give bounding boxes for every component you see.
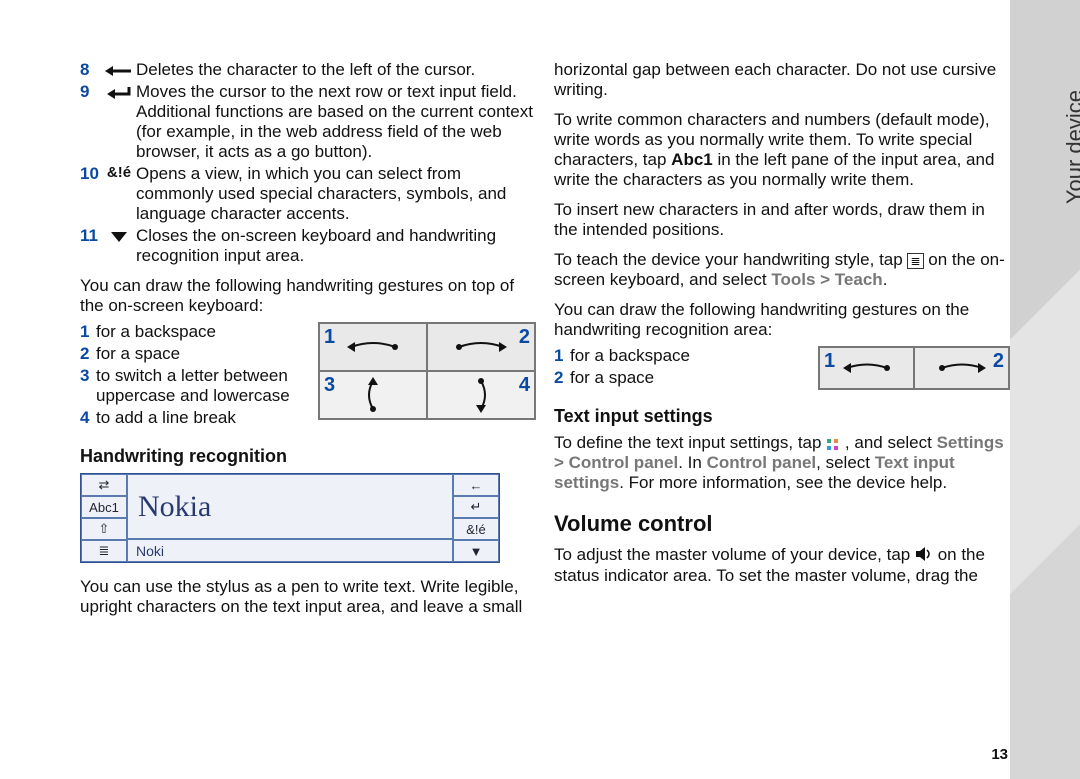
body-text: To define the text input settings, tap ,… — [554, 433, 1010, 493]
hw-enter-button[interactable]: ↵ — [453, 496, 499, 518]
hw-write-area[interactable]: Nokia — [127, 474, 453, 539]
speaker-icon — [915, 546, 933, 566]
gesture-space-icon — [934, 357, 990, 379]
abc1-label: Abc1 — [671, 150, 713, 169]
item-text: Deletes the character to the left of the… — [136, 60, 536, 80]
list-item: 1for a backspace — [80, 322, 290, 342]
list-item: 10 &!é Opens a view, in which you can se… — [80, 164, 536, 224]
gesture-intro: You can draw the following handwriting g… — [80, 276, 536, 316]
hw-left-pane: ⇄ Abc1 ⇧ ≣ — [81, 474, 127, 562]
handwriting-heading: Handwriting recognition — [80, 446, 536, 467]
gesture-case-icon — [353, 375, 393, 415]
gesture-figure: 1 2 3 4 — [318, 322, 536, 420]
list-item: 9 Moves the cursor to the next row or te… — [80, 82, 536, 162]
hw-special-button[interactable]: &!é — [453, 518, 499, 540]
handwriting-paragraph: You can use the stylus as a pen to write… — [80, 577, 536, 617]
hw-candidate-bar[interactable]: Noki — [127, 539, 453, 562]
body-text: To adjust the master volume of your devi… — [554, 545, 1010, 586]
special-chars-icon: &!é — [102, 164, 136, 181]
right-column: horizontal gap between each character. D… — [554, 60, 1010, 617]
list-item: 1for a backspace — [554, 346, 754, 366]
body-text: To teach the device your handwriting sty… — [554, 250, 1010, 290]
item-number: 11 — [80, 226, 102, 246]
list-item: 11 Closes the on-screen keyboard and han… — [80, 226, 536, 266]
hw-abc-button[interactable]: Abc1 — [81, 496, 127, 518]
hw-close-button[interactable]: ▼ — [453, 540, 499, 562]
gesture-linebreak-icon — [461, 375, 501, 415]
list-item: 2for a space — [80, 344, 290, 364]
list-item: 8 Deletes the character to the left of t… — [80, 60, 536, 80]
close-keyboard-icon — [102, 226, 136, 246]
gesture-backspace-icon — [839, 357, 895, 379]
page-content: 8 Deletes the character to the left of t… — [0, 0, 1080, 779]
menu-path: Control panel — [707, 453, 817, 472]
apps-grid-icon — [826, 437, 840, 451]
body-text: To write common characters and numbers (… — [554, 110, 1010, 190]
item-text: Moves the cursor to the next row or text… — [136, 82, 536, 162]
list-item: 2for a space — [554, 368, 754, 388]
item-number: 8 — [80, 60, 102, 80]
hw-back-button[interactable]: ← — [453, 474, 499, 496]
hw-mode-button[interactable]: ⇄ — [81, 474, 127, 496]
text-input-settings-heading: Text input settings — [554, 406, 1010, 427]
item-text: Opens a view, in which you can select fr… — [136, 164, 536, 224]
body-text: To insert new characters in and after wo… — [554, 200, 1010, 240]
item-text: Closes the on-screen keyboard and handwr… — [136, 226, 536, 266]
volume-control-heading: Volume control — [554, 511, 1010, 537]
body-text: horizontal gap between each character. D… — [554, 60, 1010, 100]
list-item: 4to add a line break — [80, 408, 290, 428]
backspace-arrow-icon — [102, 60, 136, 80]
hw-shift-button[interactable]: ⇧ — [81, 518, 127, 540]
enter-arrow-icon — [102, 82, 136, 102]
hw-menu-button[interactable]: ≣ — [81, 540, 127, 562]
list-item: 3to switch a letter between uppercase an… — [80, 366, 290, 406]
hw-right-pane: ← ↵ &!é ▼ — [453, 474, 499, 562]
gesture-list: 1for a backspace 2for a space — [554, 346, 754, 390]
gesture-figure: 1 2 — [818, 346, 1010, 390]
menu-list-icon: ≣ — [907, 253, 923, 269]
body-text: You can draw the following handwriting g… — [554, 300, 1010, 340]
handwriting-panel: ⇄ Abc1 ⇧ ≣ Nokia Noki ← ↵ &!é ▼ — [80, 473, 500, 563]
item-number: 9 — [80, 82, 102, 102]
gesture-space-icon — [451, 335, 511, 359]
left-column: 8 Deletes the character to the left of t… — [80, 60, 536, 617]
gesture-backspace-icon — [343, 335, 403, 359]
page-number: 13 — [991, 746, 1008, 763]
item-number: 10 — [80, 164, 102, 184]
menu-path: Tools > Teach — [771, 270, 882, 289]
gesture-list: 1for a backspace 2for a space 3to switch… — [80, 322, 290, 430]
